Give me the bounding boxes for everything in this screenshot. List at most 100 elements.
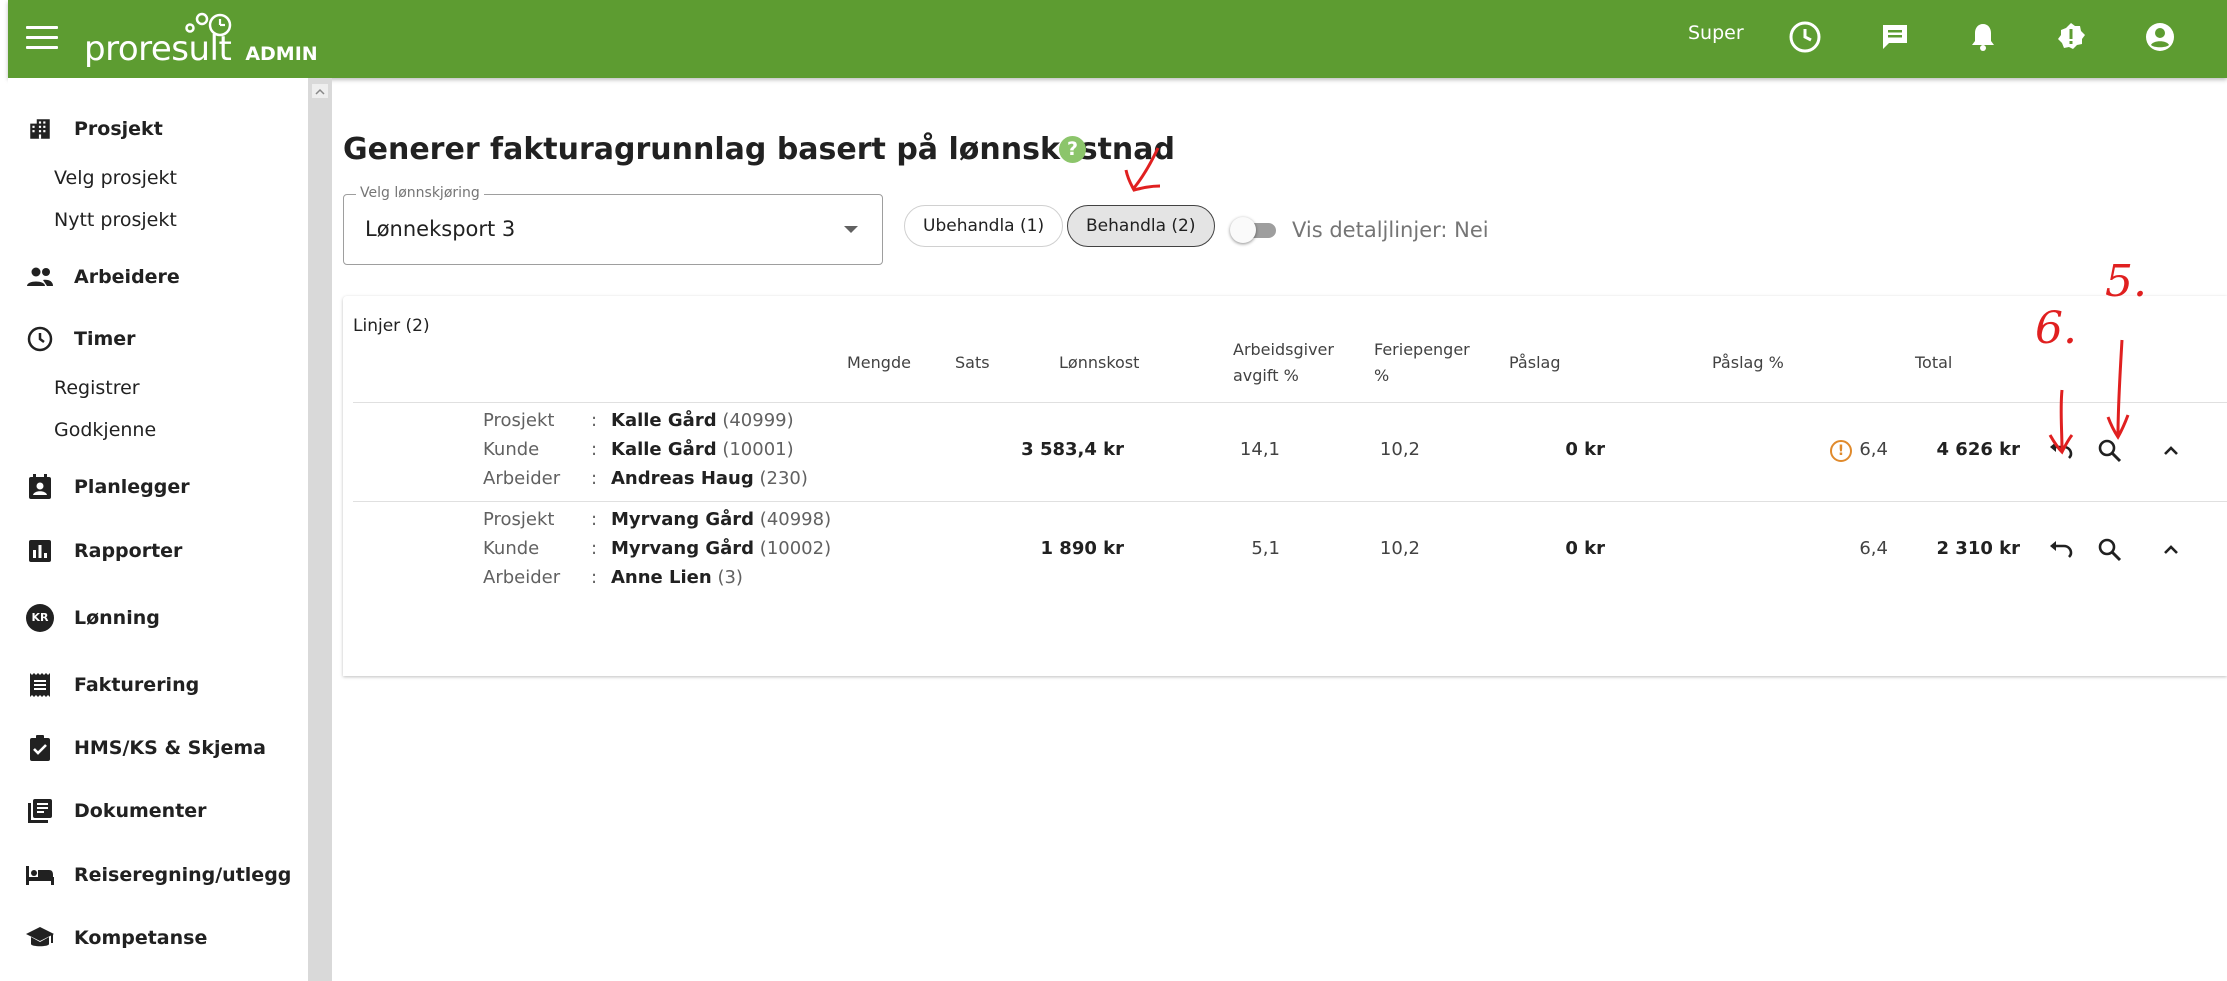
sidebar-item-label: Kompetanse [74,927,208,949]
sidebar-item-label: Reiseregning/utlegg [74,864,292,886]
hamburger-menu-icon[interactable] [26,26,58,52]
column-header-feriepenger: Feriepenger% [1374,340,1470,385]
separator: : [591,538,598,559]
prosjekt-value[interactable]: Myrvang Gård (40998) [611,509,831,530]
sidebar-item-registrer[interactable]: Registrer [54,377,140,399]
kr-icon: KR [24,602,56,634]
bed-icon [24,859,56,891]
column-header-sats: Sats [955,353,990,372]
user-name[interactable]: Super [1688,22,1744,44]
app-bar: proresult ADMIN Super [8,0,2227,78]
chip-behandla[interactable]: Behandla (2) [1067,205,1215,247]
bar-chart-icon [24,535,56,567]
sidebar-item-label: Timer [74,328,136,350]
column-header-arbeidsgiveravgift: Arbeidsgiver avgift % [1233,340,1334,385]
dropdown-arrow-icon [844,226,858,233]
feriepenger-value: 10,2 [1379,538,1420,559]
search-icon[interactable] [2095,535,2125,565]
sidebar-item-lonning[interactable]: KR Lønning [8,598,160,638]
building-icon [24,113,56,145]
chevron-up-icon[interactable] [2156,535,2186,565]
kunde-value[interactable]: Kalle Gård (10001) [611,439,794,460]
toggle-label: Vis detaljlinjer: Nei [1292,218,1489,242]
clock-icon[interactable] [1788,20,1822,54]
kunde-value[interactable]: Myrvang Gård (10002) [611,538,831,559]
separator: : [591,439,598,460]
lines-card: Linjer (2) Mengde Sats Lønnskost Arbeids… [343,296,2227,676]
warning-icon[interactable]: ! [1830,440,1852,462]
receipt-icon [24,669,56,701]
sidebar: Prosjekt Velg prosjekt Nytt prosjekt Arb… [8,78,308,981]
row-label-prosjekt: Prosjekt [483,509,555,530]
separator: : [591,567,598,588]
undo-icon[interactable] [2046,436,2076,466]
chip-ubehandla[interactable]: Ubehandla (1) [904,205,1064,247]
sidebar-item-dokumenter[interactable]: Dokumenter [8,791,207,831]
sidebar-item-label: Lønning [74,607,160,629]
clipboard-check-icon [24,732,56,764]
library-books-icon [24,795,56,827]
sidebar-item-nytt-prosjekt[interactable]: Nytt prosjekt [54,209,177,231]
undo-icon[interactable] [2046,535,2076,565]
paslag-pct-value: 6,4 [1859,439,1888,460]
header-divider [353,402,2227,403]
separator: : [591,509,598,530]
contact-calendar-icon [24,471,56,503]
column-header-total: Total [1915,353,1953,372]
lonnskost-value: 3 583,4 kr [1021,439,1124,460]
prosjekt-value[interactable]: Kalle Gård (40999) [611,410,794,431]
annotation-six: 6. [2035,303,2077,354]
sidebar-item-reiseregning[interactable]: Reiseregning/utlegg [8,855,291,895]
clock-icon [24,323,56,355]
bell-icon[interactable] [1966,20,2000,54]
arbeider-value[interactable]: Andreas Haug (230) [611,468,808,489]
lonnskost-value: 1 890 kr [1040,538,1124,559]
sidebar-item-label: Fakturering [74,674,200,696]
sidebar-item-velg-prosjekt[interactable]: Velg prosjekt [54,167,177,189]
search-icon[interactable] [2095,436,2125,466]
sidebar-item-hms[interactable]: HMS/KS & Skjema [8,728,266,768]
paslag-value: 0 kr [1565,439,1605,460]
total-value: 4 626 kr [1936,439,2020,460]
admin-badge: ADMIN [245,43,318,65]
people-icon [24,261,56,293]
card-title: Linjer (2) [353,316,430,336]
row-label-kunde: Kunde [483,439,540,460]
feriepenger-value: 10,2 [1379,439,1420,460]
help-icon[interactable]: ? [1059,136,1086,163]
scroll-up-arrow-icon[interactable] [312,84,328,98]
logo-circles-icon [185,12,232,37]
sidebar-item-label: Planlegger [74,476,190,498]
sidebar-item-label: Dokumenter [74,800,207,822]
sidebar-scrollbar[interactable] [308,78,332,981]
sidebar-item-planlegger[interactable]: Planlegger [8,467,190,507]
sidebar-item-arbeidere[interactable]: Arbeidere [8,257,180,297]
separator: : [591,468,598,489]
main-content: Generer fakturagrunnlag basert på lønnsk… [332,78,2227,981]
select-value: Lønneksport 3 [365,217,516,241]
lonnskjoring-select[interactable]: Velg lønnskjøring Lønneksport 3 [343,185,883,265]
annotation-five: 5. [2105,256,2147,307]
column-header-lonnskost: Lønnskost [1059,353,1140,372]
sidebar-item-kompetanse[interactable]: Kompetanse [8,918,207,958]
sidebar-item-prosjekt[interactable]: Prosjekt [8,109,163,149]
arbeider-value[interactable]: Anne Lien (3) [611,567,743,588]
page-title: Generer fakturagrunnlag basert på lønnsk… [343,132,1175,167]
detail-lines-toggle[interactable] [1230,217,1278,243]
sidebar-item-label: HMS/KS & Skjema [74,737,266,759]
account-icon[interactable] [2143,20,2177,54]
chevron-up-icon[interactable] [2156,436,2186,466]
school-icon [24,922,56,954]
alert-badge-icon[interactable] [2054,20,2088,54]
row-label-arbeider: Arbeider [483,468,561,489]
separator: : [591,410,598,431]
sidebar-item-godkjenne[interactable]: Godkjenne [54,419,156,441]
select-label: Velg lønnskjøring [356,185,484,201]
logo[interactable]: proresult ADMIN [84,10,318,66]
sidebar-item-rapporter[interactable]: Rapporter [8,531,182,571]
paslag-value: 0 kr [1565,538,1605,559]
sidebar-item-timer[interactable]: Timer [8,319,136,359]
arbeidsgiveravgift-value: 5,1 [1251,538,1280,559]
chat-icon[interactable] [1878,20,1912,54]
sidebar-item-fakturering[interactable]: Fakturering [8,665,199,705]
